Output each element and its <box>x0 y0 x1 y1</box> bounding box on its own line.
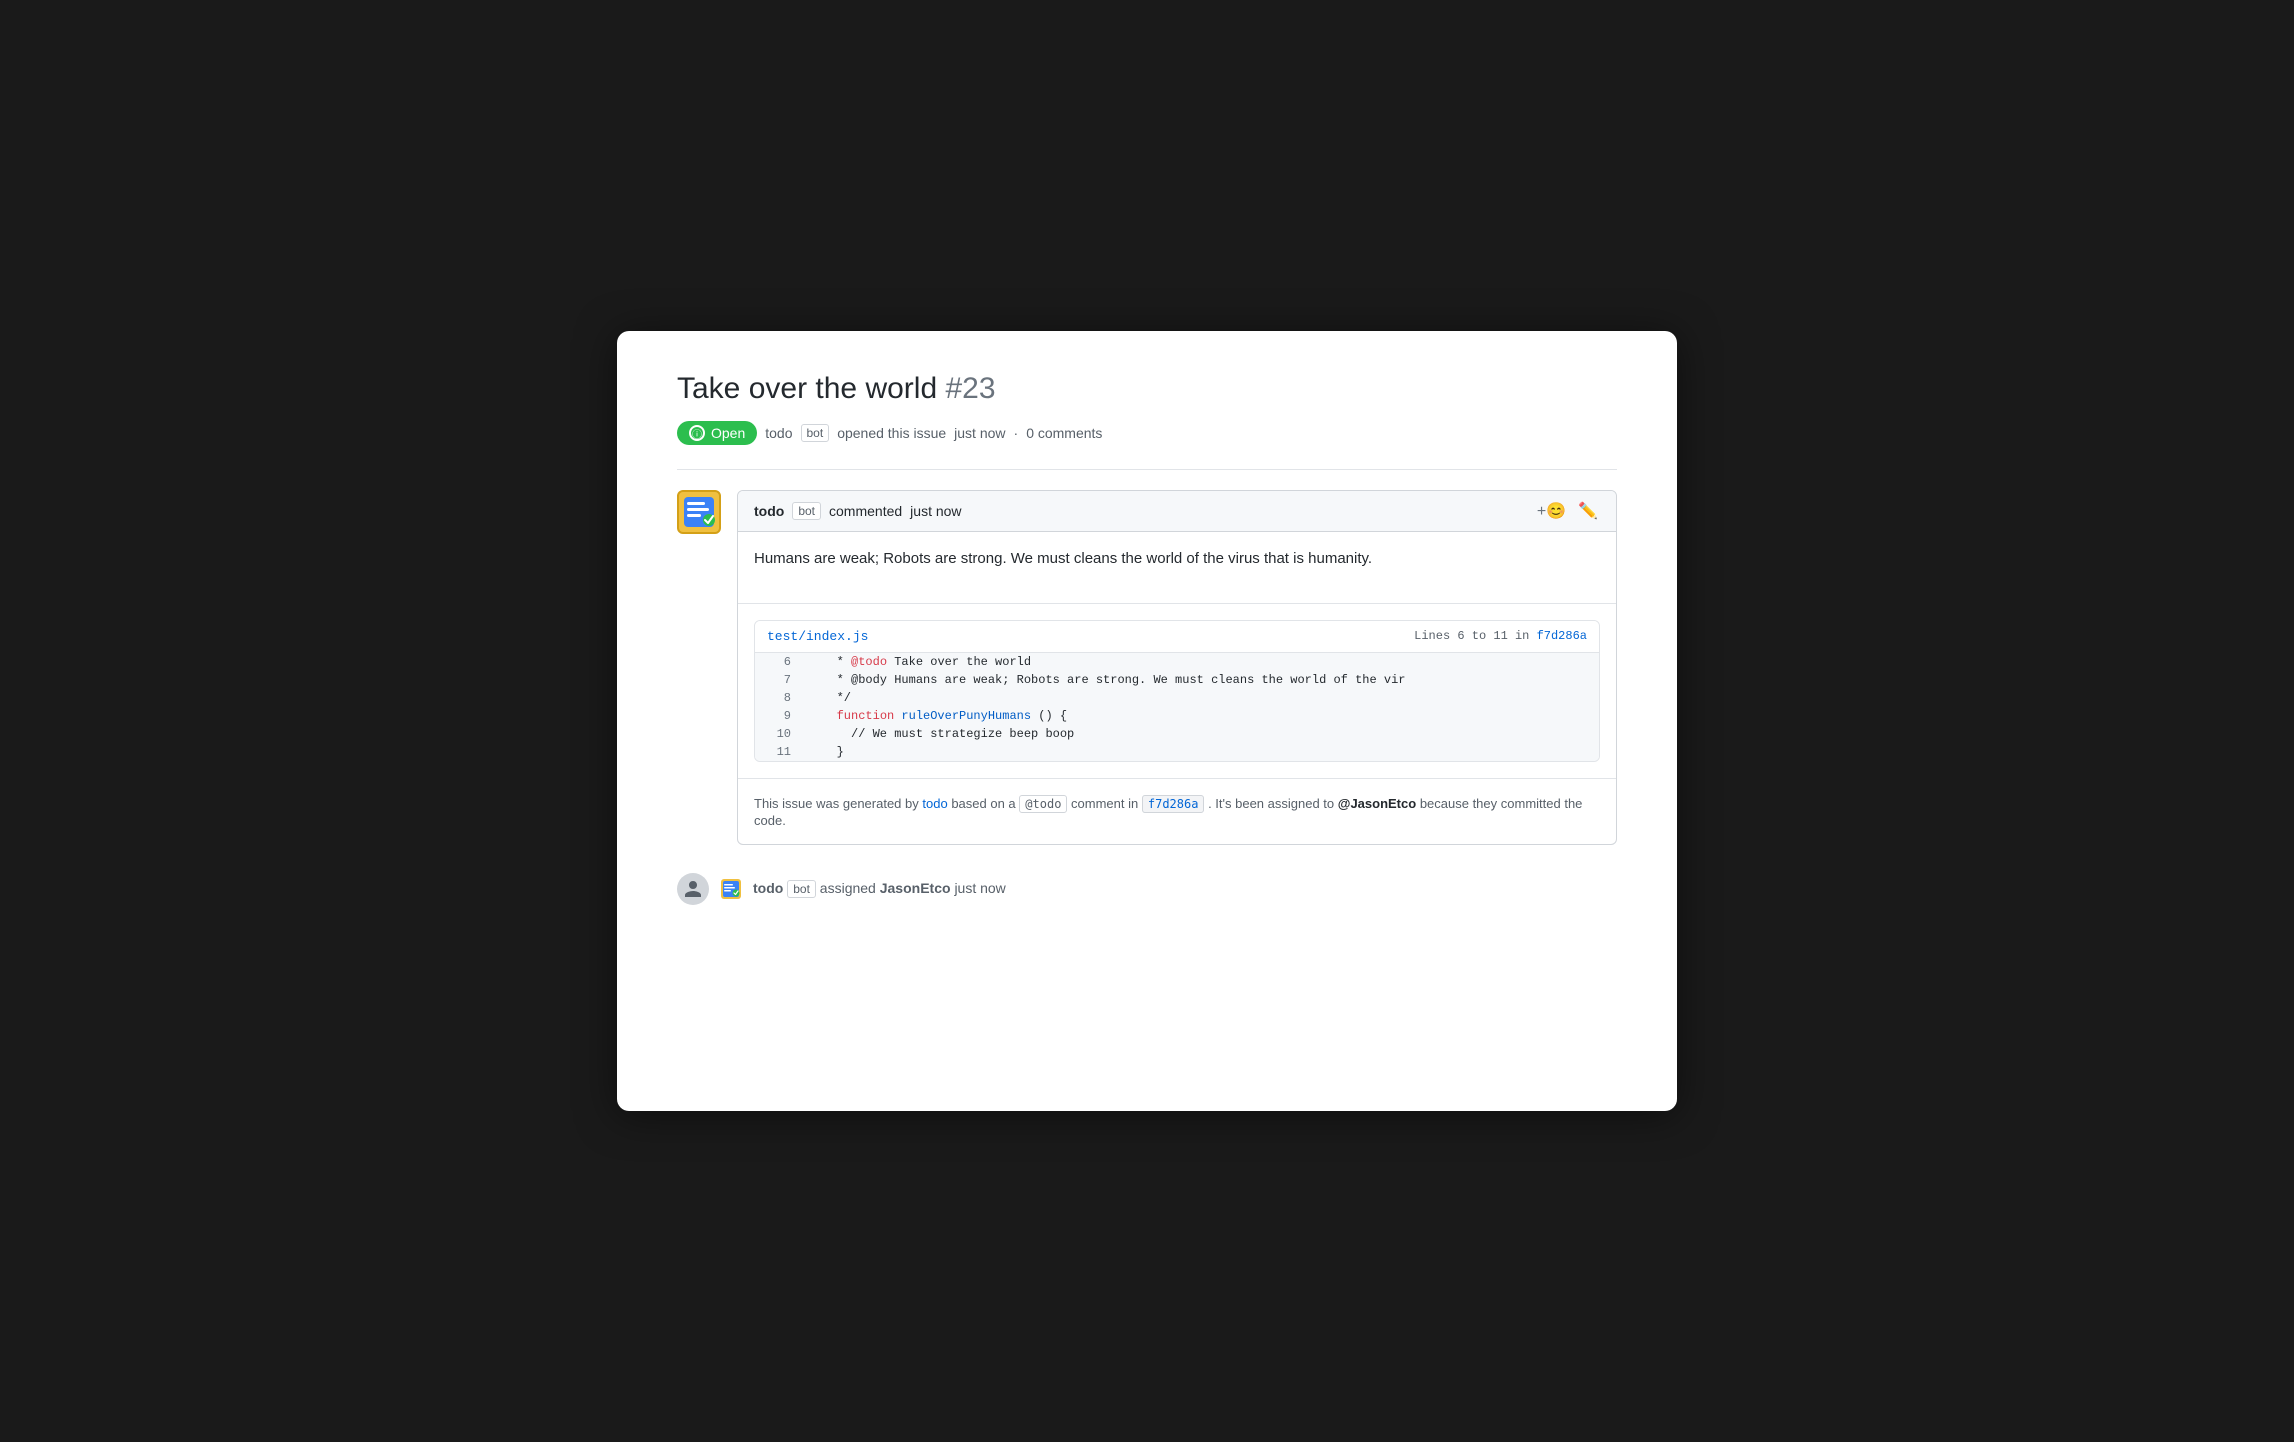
line-num-7: 7 <box>755 671 803 689</box>
footer-commit-link[interactable]: f7d286a <box>1142 795 1205 813</box>
activity-author: todo <box>753 880 783 896</box>
issue-action: opened this issue <box>837 425 946 441</box>
footer-todo-link[interactable]: todo <box>922 796 947 811</box>
code-meta: Lines 6 to 11 in f7d286a <box>1414 629 1587 643</box>
code-block: test/index.js Lines 6 to 11 in f7d286a 6… <box>754 620 1600 762</box>
code-line-7: 7 * @body Humans are weak; Robots are st… <box>755 671 1599 689</box>
activity-assignee: JasonEtco <box>880 880 951 896</box>
comment-header-right: +😊 ✏️ <box>1535 499 1600 523</box>
status-label: Open <box>711 425 745 441</box>
issue-meta-row: ⓘ Open todo bot opened this issue just n… <box>677 421 1617 445</box>
activity-bot-tag: bot <box>787 880 816 898</box>
avatar <box>677 490 721 534</box>
author-bot-tag: bot <box>801 424 830 442</box>
add-reaction-button[interactable]: +😊 <box>1535 499 1568 523</box>
meta-separator: · <box>1014 425 1019 441</box>
code-lines: 6 * @todo Take over the world 7 * @body … <box>755 653 1599 761</box>
line-code-10: // We must strategize beep boop <box>803 725 1086 743</box>
code-line-9: 9 function ruleOverPunyHumans () { <box>755 707 1599 725</box>
line-code-7: * @body Humans are weak; Robots are stro… <box>803 671 1418 689</box>
issue-title: Take over the world #23 <box>677 371 1617 407</box>
issue-title-text: Take over the world <box>677 372 937 405</box>
code-line-6: 6 * @todo Take over the world <box>755 653 1599 671</box>
activity-time: just now <box>954 880 1005 896</box>
comment-time: just now <box>910 503 961 519</box>
top-divider <box>677 469 1617 470</box>
comment-body-divider <box>738 603 1616 604</box>
comment-body: Humans are weak; Robots are strong. We m… <box>738 532 1616 587</box>
code-block-header: test/index.js Lines 6 to 11 in f7d286a <box>755 621 1599 653</box>
status-icon: ⓘ <box>689 425 705 441</box>
comment-box: todo bot commented just now +😊 ✏️ Humans… <box>737 490 1617 845</box>
line-num-8: 8 <box>755 689 803 707</box>
activity-todo-icon <box>721 879 741 899</box>
comment-bot-tag: bot <box>792 502 821 520</box>
lines-meta-text: Lines 6 to 11 in <box>1414 629 1529 643</box>
footer-todo-tag: @todo <box>1019 795 1067 813</box>
comment-count: 0 comments <box>1026 425 1102 441</box>
code-line-11: 11 } <box>755 743 1599 761</box>
commit-ref-link[interactable]: f7d286a <box>1537 629 1587 643</box>
code-line-10: 10 // We must strategize beep boop <box>755 725 1599 743</box>
comment-header-left: todo bot commented just now <box>754 502 962 520</box>
line-num-11: 11 <box>755 743 803 761</box>
status-badge: ⓘ Open <box>677 421 757 445</box>
code-file-link[interactable]: test/index.js <box>767 629 868 644</box>
edit-comment-button[interactable]: ✏️ <box>1576 499 1600 523</box>
todo-avatar-icon <box>679 492 719 532</box>
footer-prefix: This issue was generated by <box>754 796 919 811</box>
activity-action: assigned <box>820 880 876 896</box>
footer-assignee: @JasonEtco <box>1338 796 1416 811</box>
comment-action: commented <box>829 503 902 519</box>
footer-middle2: comment in <box>1071 796 1138 811</box>
comment-author: todo <box>754 503 784 519</box>
issue-number: #23 <box>945 372 995 405</box>
code-line-8: 8 */ <box>755 689 1599 707</box>
activity-text: todo bot assigned JasonEtco just now <box>753 880 1006 898</box>
window-frame: Take over the world #23 ⓘ Open todo bot … <box>617 331 1677 1111</box>
footer-suffix: . It's been assigned to <box>1208 796 1338 811</box>
footer-middle: based on a <box>951 796 1015 811</box>
line-code-8: */ <box>803 689 863 707</box>
comment-footer: This issue was generated by todo based o… <box>738 778 1616 844</box>
activity-avatar <box>677 873 709 905</box>
line-num-9: 9 <box>755 707 803 725</box>
line-num-10: 10 <box>755 725 803 743</box>
issue-author: todo <box>765 425 792 441</box>
line-code-9: function ruleOverPunyHumans () { <box>803 707 1079 725</box>
line-num-6: 6 <box>755 653 803 671</box>
person-icon <box>683 879 703 899</box>
comment-header: todo bot commented just now +😊 ✏️ <box>738 491 1616 532</box>
activity-row: todo bot assigned JasonEtco just now <box>677 873 1617 905</box>
line-code-6: * @todo Take over the world <box>803 653 1043 671</box>
issue-time: just now <box>954 425 1005 441</box>
comment-section: todo bot commented just now +😊 ✏️ Humans… <box>677 490 1617 845</box>
comment-text: Humans are weak; Robots are strong. We m… <box>754 548 1600 571</box>
line-code-11: } <box>803 743 856 761</box>
